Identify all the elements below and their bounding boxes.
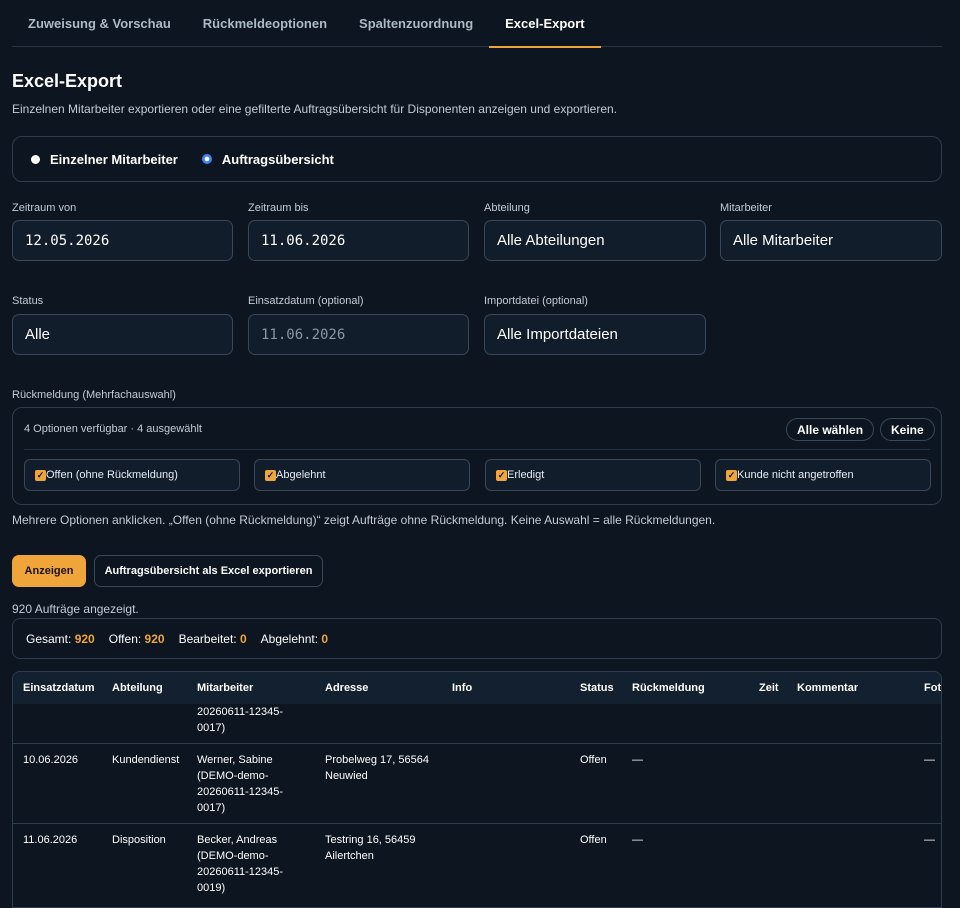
importdatei-label: Importdatei (optional)	[484, 295, 588, 307]
rueckmeldung-info: 4 Optionen verfügbar · 4 ausgewählt	[24, 423, 202, 435]
einsatzdatum-label: Einsatzdatum (optional)	[248, 295, 364, 307]
rueckmeldung-multiselect: 4 Optionen verfügbar · 4 ausgewählt Alle…	[12, 407, 942, 505]
mitarbeiter-label: Mitarbeiter	[720, 202, 772, 214]
option-label: Abgelehnt	[276, 469, 326, 481]
tab-rueckmeldeoptionen[interactable]: Rückmeldeoptionen	[187, 0, 343, 47]
anzeigen-button[interactable]: Anzeigen	[12, 555, 86, 587]
checkbox-checked-icon: ✓	[496, 469, 507, 481]
select-all-button[interactable]: Alle wählen	[786, 418, 875, 441]
cell-foto: —	[924, 754, 935, 766]
column-header-status[interactable]: Status	[580, 682, 614, 694]
option-label: Erledigt	[507, 469, 545, 481]
option-abgelehnt[interactable]: ✓ Abgelehnt	[254, 459, 470, 491]
einsatzdatum-input[interactable]: 11.06.2026	[248, 314, 469, 355]
cell-abteilung: Kundendienst	[112, 754, 180, 766]
page-subtitle: Einzelnen Mitarbeiter exportieren oder e…	[12, 102, 618, 116]
column-header-mitarbeiter[interactable]: Mitarbeiter	[197, 682, 253, 694]
rueckmeldung-hint: Mehrere Optionen anklicken. „Offen (ohne…	[12, 513, 716, 527]
option-kunde-nicht-angetroffen[interactable]: ✓ Kunde nicht angetroffen	[715, 459, 931, 491]
cell-mitarbeiter: Werner, Sabine (DEMO-demo- 20260611-1234…	[197, 754, 284, 814]
tab-excel-export[interactable]: Excel-Export	[489, 0, 602, 48]
cell-rueckmeldung: —	[632, 834, 643, 846]
option-offen[interactable]: ✓ Offen (ohne Rückmeldung)	[24, 459, 240, 491]
cell-status: Offen	[580, 754, 607, 766]
table-row: 20260611-12345- 0017)	[13, 704, 941, 744]
status-select[interactable]: Alle	[12, 314, 233, 355]
checkbox-checked-icon: ✓	[35, 469, 46, 481]
radio-label: Auftragsübersicht	[221, 151, 334, 167]
stat-abgelehnt: Abgelehnt: 0	[260, 631, 329, 646]
orders-table[interactable]: 20260611-12345- 0017) 10.06.2026 Kundend…	[12, 671, 942, 908]
export-mode-selector: Einzelner Mitarbeiter Auftragsübersicht	[12, 136, 942, 182]
cell-mitarbeiter: Becker, Andreas (DEMO-demo- 20260611-123…	[197, 834, 284, 894]
radio-label: Einzelner Mitarbeiter	[50, 151, 178, 167]
cell-adresse: Testring 16, 56459 Ailertchen	[325, 834, 416, 862]
importdatei-select[interactable]: Alle Importdateien	[484, 314, 706, 355]
select-none-button[interactable]: Keine	[880, 418, 935, 441]
abteilung-label: Abteilung	[484, 202, 530, 214]
column-header-abteilung[interactable]: Abteilung	[112, 682, 163, 694]
stat-gesamt: Gesamt: 920	[26, 631, 95, 646]
stat-offen: Offen: 920	[108, 631, 165, 646]
zeitraum-von-label: Zeitraum von	[12, 202, 77, 214]
cell-foto: —	[924, 834, 935, 846]
column-header-info[interactable]: Info	[452, 682, 472, 694]
cell-status: Offen	[580, 834, 607, 846]
radio-einzelner-mitarbeiter[interactable]: Einzelner Mitarbeiter	[31, 152, 178, 167]
table-header: Einsatzdatum Abteilung Mitarbeiter Adres…	[13, 672, 941, 704]
checkbox-checked-icon: ✓	[265, 469, 276, 481]
zeitraum-bis-label: Zeitraum bis	[248, 202, 309, 214]
abteilung-select[interactable]: Alle Abteilungen	[484, 220, 706, 261]
radio-auftragsuebersicht[interactable]: Auftragsübersicht	[201, 151, 334, 167]
column-header-zeit[interactable]: Zeit	[759, 682, 779, 694]
stat-bearbeitet: Bearbeitet: 0	[178, 631, 247, 646]
cell-abteilung: Disposition	[112, 834, 166, 846]
cell-mitarbeiter: 20260611-12345- 0017)	[197, 706, 284, 734]
status-label: Status	[12, 295, 44, 307]
tab-zuweisung-vorschau[interactable]: Zuweisung & Vorschau	[12, 0, 187, 47]
option-label: Offen (ohne Rückmeldung)	[46, 469, 178, 481]
zeitraum-von-input[interactable]: 12.05.2026	[12, 220, 233, 261]
page-title: Excel-Export	[12, 71, 123, 91]
tab-bar: Zuweisung & Vorschau Rückmeldeoptionen S…	[12, 0, 942, 48]
column-header-rueckmeldung[interactable]: Rückmeldung	[632, 682, 705, 694]
summary-stats: Gesamt: 920 Offen: 920 Bearbeitet: 0 Abg…	[12, 618, 942, 659]
mitarbeiter-select[interactable]: Alle Mitarbeiter	[720, 220, 942, 261]
column-header-foto[interactable]: Fot	[924, 682, 941, 694]
cell-rueckmeldung: —	[632, 754, 643, 766]
table-row[interactable]: 11.06.2026 Disposition Becker, Andreas (…	[13, 823, 941, 907]
cell-einsatzdatum: 10.06.2026	[23, 754, 79, 766]
cell-einsatzdatum: 11.06.2026	[23, 834, 78, 846]
checkbox-checked-icon: ✓	[726, 469, 737, 481]
column-header-einsatzdatum[interactable]: Einsatzdatum	[23, 682, 95, 694]
column-header-adresse[interactable]: Adresse	[325, 682, 368, 694]
radio-selected-icon	[201, 154, 212, 164]
cell-adresse: Probelweg 17, 56564 Neuwied	[325, 754, 429, 782]
export-excel-button[interactable]: Auftragsübersicht als Excel exportieren	[94, 555, 323, 587]
tab-spaltenzuordnung[interactable]: Spaltenzuordnung	[343, 0, 489, 47]
column-header-kommentar[interactable]: Kommentar	[797, 682, 858, 694]
radio-unselected-icon	[31, 154, 40, 164]
table-row[interactable]: 10.06.2026 Kundendienst Werner, Sabine (…	[13, 743, 941, 823]
option-label: Kunde nicht angetroffen	[737, 469, 854, 481]
divider	[24, 449, 930, 450]
option-erledigt[interactable]: ✓ Erledigt	[485, 459, 701, 491]
result-count: 920 Aufträge angezeigt.	[12, 602, 139, 616]
zeitraum-bis-input[interactable]: 11.06.2026	[248, 220, 469, 261]
rueckmeldung-label: Rückmeldung (Mehrfachauswahl)	[12, 389, 176, 401]
